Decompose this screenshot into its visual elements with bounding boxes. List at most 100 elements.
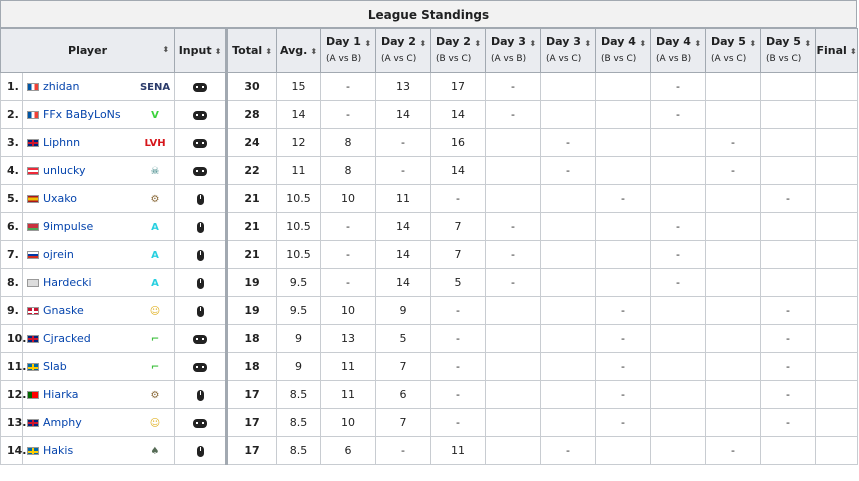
sort-icon[interactable]: ⬍ [265,47,272,56]
sort-icon[interactable]: ⬍ [215,47,222,56]
day-matchup: (A vs B) [656,54,692,64]
day-score-cell: - [320,212,377,241]
header-day[interactable]: Day 1 (A vs B) ⬍ [320,28,377,73]
player-link[interactable]: Hardecki [43,276,92,289]
player-link[interactable]: zhidan [43,80,80,93]
header-final[interactable]: Final ⬍ [815,28,859,73]
player-cell: FFx BaByLoNs V [21,100,176,129]
header-day[interactable]: Day 5 (B vs C) ⬍ [760,28,817,73]
player-link[interactable]: Uxako [43,192,77,205]
team-logo-icon[interactable]: ☺ [144,301,166,321]
day-score-cell: 10 [320,408,377,437]
day-score-cell: - [760,408,817,437]
header-player[interactable]: Player ⬍ [0,28,176,73]
player-cell: 9impulse A [21,212,176,241]
team-logo-icon[interactable]: ⚙ [144,385,166,405]
day-score-cell: 7 [430,212,487,241]
team-logo-icon[interactable]: ⌐ [144,329,166,349]
team-logo-icon[interactable]: SENA [140,77,170,97]
day-score-cell: 5 [375,324,432,353]
mouse-icon [196,249,204,261]
team-logo-icon[interactable]: ♠ [144,441,166,461]
day-score-cell [485,296,542,325]
day-score-cell [650,156,707,185]
team-logo-icon[interactable]: ☺ [144,413,166,433]
team-logo-icon[interactable]: A [144,273,166,293]
sort-icon[interactable]: ⬍ [529,39,536,48]
player-link[interactable]: Hakis [43,444,73,457]
day-score-cell: - [375,156,432,185]
final-cell [815,408,859,437]
header-day[interactable]: Day 5 (A vs C) ⬍ [705,28,762,73]
team-logo-icon[interactable]: ☠ [144,161,166,181]
day-score-cell: - [485,72,542,101]
sort-icon[interactable]: ⬍ [850,47,857,56]
day-score-cell [760,212,817,241]
day-score-cell: - [430,296,487,325]
team-logo-icon[interactable]: ⚙ [144,189,166,209]
day-score-cell: - [760,184,817,213]
sort-icon[interactable]: ⬍ [474,39,481,48]
player-link[interactable]: Cjracked [43,332,91,345]
day-score-cell [760,128,817,157]
day-score-cell [650,184,707,213]
sort-icon[interactable]: ⬍ [804,39,811,48]
day-score-cell: 8 [320,156,377,185]
day-score-cell: - [485,100,542,129]
header-day[interactable]: Day 3 (A vs C) ⬍ [540,28,597,73]
input-cell [174,268,228,297]
day-score-cell [705,240,762,269]
player-link[interactable]: Hiarka [43,388,79,401]
sort-icon[interactable]: ⬍ [749,39,756,48]
header-day[interactable]: Day 2 (B vs C) ⬍ [430,28,487,73]
day-score-cell: - [760,296,817,325]
header-day[interactable]: Day 4 (A vs B) ⬍ [650,28,707,73]
player-link[interactable]: ojrein [43,248,74,261]
table-row: 12. Hiarka ⚙ 17 8.5 11 6- - - [0,380,859,409]
day-score-cell [760,100,817,129]
sort-icon[interactable]: ⬍ [310,47,317,56]
sort-icon[interactable]: ⬍ [364,39,371,48]
team-logo-icon[interactable]: LVH [144,133,166,153]
player-link[interactable]: 9impulse [43,220,93,233]
flag-icon [27,251,39,259]
input-cell [174,240,228,269]
team-logo-icon[interactable]: A [144,217,166,237]
sort-icon[interactable]: ⬍ [639,39,646,48]
day-matchup: (A vs B) [491,54,527,64]
flag-icon [27,391,39,399]
header-total[interactable]: Total ⬍ [225,28,278,73]
sort-icon[interactable]: ⬍ [694,39,701,48]
day-score-cell: - [320,100,377,129]
header-avg-label: Avg. [279,44,308,57]
header-day[interactable]: Day 2 (A vs C) ⬍ [375,28,432,73]
player-link[interactable]: FFx BaByLoNs [43,108,121,121]
table-row: 4. unlucky ☠ 22 11 8-14- - [0,156,859,185]
input-cell [174,380,228,409]
table-row: 8. Hardecki A 19 9.5-14 5- - [0,268,859,297]
player-link[interactable]: Amphy [43,416,82,429]
player-link[interactable]: Gnaske [43,304,84,317]
avg-cell: 15 [276,72,322,101]
sort-icon[interactable]: ⬍ [162,45,169,54]
table-row: 7. ojrein A 21 10.5-14 7- - [0,240,859,269]
header-day[interactable]: Day 3 (A vs B) ⬍ [485,28,542,73]
header-input[interactable]: Input ⬍ [174,28,228,73]
player-cell: Slab ⌐ [21,352,176,381]
player-cell: Amphy ☺ [21,408,176,437]
header-day[interactable]: Day 4 (B vs C) ⬍ [595,28,652,73]
day-score-cell: - [760,324,817,353]
team-logo-icon[interactable]: A [144,245,166,265]
team-logo-icon[interactable]: V [144,105,166,125]
sort-icon[interactable]: ⬍ [419,39,426,48]
day-matchup: (A vs B) [326,54,362,64]
day-score-cell: 8 [320,128,377,157]
header-avg[interactable]: Avg. ⬍ [276,28,322,73]
player-link[interactable]: Slab [43,360,67,373]
day-score-cell: 13 [375,72,432,101]
sort-icon[interactable]: ⬍ [584,39,591,48]
player-link[interactable]: Liphnn [43,136,80,149]
team-logo-icon[interactable]: ⌐ [144,357,166,377]
day-score-cell: 11 [430,436,487,465]
player-link[interactable]: unlucky [43,164,86,177]
